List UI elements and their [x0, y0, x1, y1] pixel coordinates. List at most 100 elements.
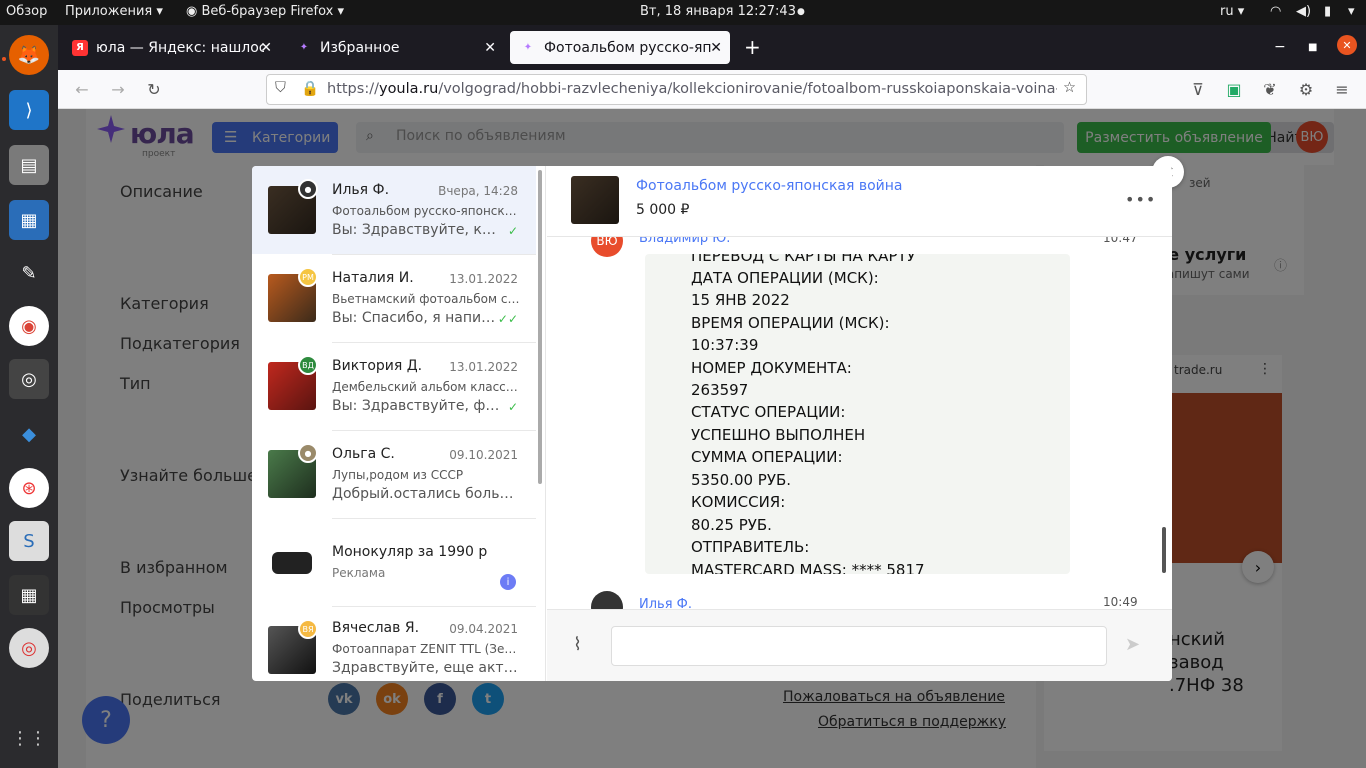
- messages-modal: ● Илья Ф. Вчера, 14:28 Фотоальбом русско…: [252, 166, 1172, 681]
- read-check-icon: ✓✓: [497, 312, 518, 326]
- url-path: /volgograd/hobbi-razvlecheniya/kollekcio…: [438, 81, 1057, 97]
- message-composer: ⌇ ➤: [547, 609, 1172, 681]
- chat-last-message: Вы: Спасибо, я напишу...: [332, 310, 502, 326]
- receipt-line: 5350.00 РУБ.: [691, 471, 792, 489]
- conversation-header: Фотоальбом русско-японская война 5 000 ₽…: [547, 166, 1172, 237]
- help-lifebuoy-icon[interactable]: ⊛: [9, 468, 49, 508]
- libreoffice-writer-icon[interactable]: ▦: [9, 200, 49, 240]
- tab-favorites[interactable]: ✦ Избранное ✕: [286, 31, 504, 64]
- receipt-line: СУММА ОПЕРАЦИИ:: [691, 448, 843, 466]
- system-top-bar: Обзор Приложения ▾ ◉ Веб-браузер Firefox…: [0, 0, 1366, 25]
- close-tab-icon[interactable]: ✕: [260, 40, 272, 56]
- disk-utility-icon[interactable]: ◎: [9, 628, 49, 668]
- active-app-label: Веб-браузер Firefox: [201, 4, 334, 19]
- message-input[interactable]: [611, 626, 1107, 666]
- software-install-icon[interactable]: ◆: [9, 414, 49, 454]
- tab-title: Избранное: [320, 39, 400, 56]
- chat-name: Наталия И.: [332, 270, 414, 286]
- new-tab-button[interactable]: +: [744, 35, 761, 59]
- settings-app-icon[interactable]: S: [9, 521, 49, 561]
- listing-thumbnail[interactable]: [571, 176, 619, 224]
- wifi-icon[interactable]: ◠: [1270, 4, 1281, 19]
- more-options-icon[interactable]: •••: [1125, 190, 1156, 209]
- chat-item[interactable]: ● Илья Ф. Вчера, 14:28 Фотоальбом русско…: [252, 166, 536, 254]
- message-avatar: [591, 591, 623, 609]
- listing-title-link[interactable]: Фотоальбом русско-японская война: [636, 178, 903, 194]
- listing-price: 5 000 ₽: [636, 202, 690, 218]
- chat-date: 09.04.2021: [449, 622, 518, 636]
- firefox-icon[interactable]: 🦊: [9, 35, 49, 75]
- extension-icon[interactable]: ▣: [1224, 79, 1244, 99]
- back-icon[interactable]: ←: [72, 79, 92, 99]
- url-domain: youla.ru: [378, 81, 439, 97]
- gimp-icon[interactable]: ✎: [9, 253, 49, 293]
- extension-bird-icon[interactable]: ❦: [1260, 79, 1280, 99]
- url-bar[interactable]: ⛉ 🔒 https://youla.ru/volgograd/hobbi-raz…: [266, 74, 1087, 105]
- chat-last-message: Вы: Здравствуйте, фото...: [332, 398, 502, 414]
- conversation-panel: Фотоальбом русско-японская война 5 000 ₽…: [547, 166, 1172, 681]
- chat-avatar-badge: ●: [298, 179, 318, 199]
- chat-item[interactable]: ВЯ Вячеслав Я. 09.04.2021 Фотоаппарат ZE…: [252, 606, 536, 681]
- read-check-icon: ✓: [507, 224, 518, 238]
- chat-avatar-badge: ●: [298, 443, 318, 463]
- extension-gear-icon[interactable]: ⚙: [1296, 79, 1316, 99]
- calculator-icon[interactable]: ▦: [9, 575, 49, 615]
- reload-icon[interactable]: ↻: [144, 79, 164, 99]
- tab-title: юла — Яндекс: нашлось: [96, 39, 264, 56]
- receipt-line: 15 ЯНВ 2022: [691, 291, 790, 309]
- pocket-icon[interactable]: ⊽: [1188, 79, 1208, 99]
- chat-list-scrollbar[interactable]: [538, 170, 542, 484]
- youla-favicon-icon: ✦: [523, 42, 533, 53]
- rhythmbox-icon[interactable]: ◎: [9, 359, 49, 399]
- chat-name: Виктория Д.: [332, 358, 423, 374]
- read-check-icon: ✓: [507, 400, 518, 414]
- chat-subject: Дембельский альбом класси...: [332, 380, 520, 394]
- message-avatar: ВЮ: [591, 237, 623, 257]
- maximize-icon[interactable]: ■: [1308, 42, 1317, 53]
- power-menu-icon[interactable]: ▾: [1348, 4, 1355, 19]
- chat-item[interactable]: ВД Виктория Д. 13.01.2022 Дембельский ал…: [252, 342, 536, 430]
- volume-icon[interactable]: ◀): [1296, 4, 1311, 19]
- chat-item[interactable]: ● Ольга С. 09.10.2021 Лупы,родом из СССР…: [252, 430, 536, 518]
- chat-name: Ольга С.: [332, 446, 395, 462]
- clock[interactable]: Вт, 18 января 12:27:43: [640, 4, 796, 19]
- lock-icon[interactable]: 🔒: [301, 80, 319, 97]
- bookmark-star-icon[interactable]: ☆: [1063, 80, 1076, 96]
- info-icon[interactable]: i: [500, 574, 516, 590]
- language-selector[interactable]: ru ▾: [1220, 4, 1244, 19]
- active-app-menu[interactable]: ◉ Веб-браузер Firefox ▾: [186, 4, 344, 19]
- paperclip-icon[interactable]: ⌇: [573, 634, 582, 655]
- activities-button[interactable]: Обзор: [6, 4, 47, 19]
- receipt-line: УСПЕШНО ВЫПОЛНЕН: [691, 426, 866, 444]
- send-icon[interactable]: ➤: [1125, 634, 1140, 655]
- close-tab-icon[interactable]: ✕: [710, 40, 722, 56]
- chat-last-message: Вы: Здравствуйте, когд...: [332, 222, 502, 238]
- close-window-icon[interactable]: ✕: [1337, 35, 1357, 55]
- chat-name: Илья Ф.: [332, 182, 390, 198]
- chat-avatar-badge: ВЯ: [298, 619, 318, 639]
- chat-item-ad[interactable]: Монокуляр за 1990 р Реклама i: [252, 518, 536, 606]
- chrome-icon[interactable]: ◉: [9, 306, 49, 346]
- tab-yandex[interactable]: Я юла — Яндекс: нашлось ✕: [62, 31, 280, 64]
- receipt-line: 10:37:39: [691, 336, 759, 354]
- receipt-image-message[interactable]: ПЕРЕВОД С КАРТЫ НА КАРТУ ДАТА ОПЕРАЦИИ (…: [645, 254, 1070, 574]
- message-time: 10:47: [1103, 237, 1138, 245]
- chat-item[interactable]: РМ Наталия И. 13.01.2022 Вьетнамский фот…: [252, 254, 536, 342]
- minimize-icon[interactable]: −: [1274, 39, 1286, 55]
- files-icon[interactable]: ▤: [9, 145, 49, 185]
- chat-avatar-badge: ВД: [298, 355, 318, 375]
- shield-icon[interactable]: ⛉: [275, 80, 286, 96]
- chat-list: ● Илья Ф. Вчера, 14:28 Фотоальбом русско…: [252, 166, 546, 681]
- vscode-icon[interactable]: ⟩: [9, 90, 49, 130]
- receipt-line: ОТПРАВИТЕЛЬ:: [691, 538, 810, 556]
- hamburger-menu-icon[interactable]: ≡: [1332, 79, 1352, 99]
- chat-last-message: Добрый.остались больш...: [332, 486, 520, 502]
- chat-date: 09.10.2021: [449, 448, 518, 462]
- battery-icon[interactable]: ▮: [1324, 4, 1331, 19]
- messages-scrollbar[interactable]: [1162, 527, 1166, 573]
- applications-menu[interactable]: Приложения ▾: [65, 4, 163, 19]
- show-applications-icon[interactable]: ⋮⋮: [9, 718, 49, 758]
- forward-icon[interactable]: →: [108, 79, 128, 99]
- tab-photo-album[interactable]: ✦ Фотоальбом русско-япо ✕: [510, 31, 730, 64]
- close-tab-icon[interactable]: ✕: [484, 40, 496, 56]
